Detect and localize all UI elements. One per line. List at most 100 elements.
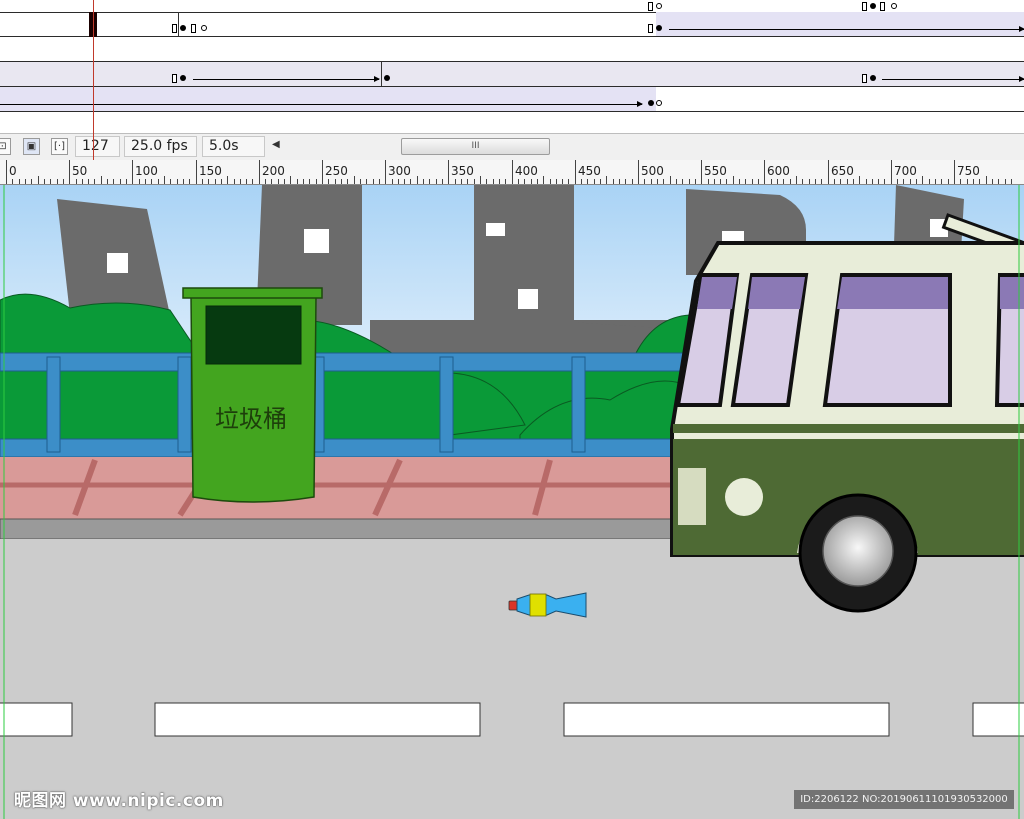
ruler-minor-tick bbox=[392, 179, 393, 184]
ruler-minor-tick bbox=[50, 179, 51, 184]
ruler-major-tick bbox=[448, 160, 449, 184]
elapsed-time-field[interactable]: 5.0s bbox=[202, 136, 265, 157]
keyframe-dot[interactable] bbox=[180, 75, 186, 81]
ruler-minor-tick bbox=[455, 179, 456, 184]
railing-bottom-rail bbox=[0, 438, 691, 458]
scroll-left-arrow-icon[interactable]: ◀ bbox=[272, 139, 280, 150]
edit-multiple-frames-icon[interactable]: [·] bbox=[51, 138, 68, 155]
ruler-minor-tick bbox=[821, 179, 822, 184]
keyframe-dot[interactable] bbox=[656, 25, 662, 31]
building-window bbox=[107, 253, 128, 273]
timeline-panel bbox=[0, 0, 1024, 133]
current-frame-field[interactable]: 127 bbox=[75, 136, 120, 157]
stage-scene: 垃圾桶 bbox=[0, 185, 1024, 819]
motion-tween-arrow bbox=[0, 101, 643, 107]
ruler-minor-tick bbox=[297, 179, 298, 184]
ruler-label: 650 bbox=[831, 164, 854, 178]
ruler-minor-tick bbox=[31, 179, 32, 184]
ruler-major-tick bbox=[259, 160, 260, 184]
ruler-minor-tick bbox=[657, 179, 658, 184]
frame-rate-field[interactable]: 25.0 fps bbox=[124, 136, 197, 157]
ruler-label: 0 bbox=[9, 164, 17, 178]
ruler-minor-tick bbox=[651, 179, 652, 184]
keyframe[interactable] bbox=[862, 74, 867, 83]
keyframe[interactable] bbox=[880, 2, 885, 11]
ruler-minor-tick bbox=[246, 179, 247, 184]
ruler-minor-tick bbox=[613, 179, 614, 184]
ruler-minor-tick bbox=[410, 179, 411, 184]
ruler-minor-tick bbox=[758, 179, 759, 184]
layer-track[interactable] bbox=[0, 37, 1024, 62]
ruler-minor-tick bbox=[840, 179, 841, 184]
ruler-minor-tick bbox=[884, 179, 885, 184]
ruler-minor-tick bbox=[278, 179, 279, 184]
empty-keyframe[interactable] bbox=[201, 25, 207, 31]
layer-track[interactable] bbox=[0, 87, 1024, 112]
ruler-minor-tick bbox=[524, 179, 525, 184]
ruler-minor-tick bbox=[505, 179, 506, 184]
ruler-label: 150 bbox=[199, 164, 222, 178]
empty-keyframe[interactable] bbox=[656, 100, 662, 106]
layer-track[interactable] bbox=[0, 62, 1024, 87]
center-frame-icon[interactable]: ⊡ bbox=[0, 138, 11, 155]
ruler-minor-tick bbox=[189, 179, 190, 184]
ruler-major-tick bbox=[764, 160, 765, 184]
ruler-minor-tick bbox=[644, 179, 645, 184]
keyframe[interactable] bbox=[648, 2, 653, 11]
horizontal-scroll-thumb[interactable]: III bbox=[401, 138, 550, 155]
ruler-minor-tick bbox=[164, 176, 165, 184]
ruler-minor-tick bbox=[44, 179, 45, 184]
keyframe-dot[interactable] bbox=[180, 25, 186, 31]
ruler-label: 300 bbox=[388, 164, 411, 178]
keyframe-dot[interactable] bbox=[870, 3, 876, 9]
keyframe[interactable] bbox=[191, 24, 196, 33]
ruler-minor-tick bbox=[796, 176, 797, 184]
ruler-minor-tick bbox=[992, 179, 993, 184]
ruler-minor-tick bbox=[76, 179, 77, 184]
ruler-minor-tick bbox=[790, 179, 791, 184]
ruler-minor-tick bbox=[101, 176, 102, 184]
ruler-minor-tick bbox=[948, 179, 949, 184]
ruler-minor-tick bbox=[467, 179, 468, 184]
ruler-minor-tick bbox=[139, 179, 140, 184]
keyframe[interactable] bbox=[862, 2, 867, 11]
railing-post bbox=[46, 356, 61, 453]
keyframe[interactable] bbox=[648, 24, 653, 33]
trash-bin[interactable]: 垃圾桶 bbox=[182, 287, 323, 503]
bus[interactable] bbox=[670, 213, 1024, 613]
building-window bbox=[518, 289, 538, 309]
keyframe-dot[interactable] bbox=[384, 75, 390, 81]
ruler-minor-tick bbox=[398, 179, 399, 184]
tween-span[interactable] bbox=[0, 87, 656, 111]
ruler-minor-tick bbox=[802, 179, 803, 184]
ruler-label: 700 bbox=[894, 164, 917, 178]
lane-marking bbox=[563, 702, 890, 737]
empty-keyframe[interactable] bbox=[656, 3, 662, 9]
ruler-major-tick bbox=[575, 160, 576, 184]
keyframe[interactable] bbox=[172, 74, 177, 83]
ruler-minor-tick bbox=[708, 179, 709, 184]
ruler-minor-tick bbox=[929, 179, 930, 184]
keyframe-dot[interactable] bbox=[648, 100, 654, 106]
tween-span[interactable] bbox=[0, 62, 1024, 86]
ruler-minor-tick bbox=[670, 176, 671, 184]
lane-marking bbox=[972, 702, 1024, 737]
ruler-minor-tick bbox=[335, 179, 336, 184]
onion-skin-icon[interactable]: ▣ bbox=[23, 138, 40, 155]
empty-keyframe[interactable] bbox=[891, 3, 897, 9]
playhead-line[interactable] bbox=[93, 0, 94, 160]
ruler-minor-tick bbox=[903, 179, 904, 184]
ruler-minor-tick bbox=[63, 179, 64, 184]
keyframe[interactable] bbox=[172, 24, 177, 33]
ruler-minor-tick bbox=[632, 179, 633, 184]
ruler-minor-tick bbox=[809, 179, 810, 184]
tween-span[interactable] bbox=[656, 12, 1024, 36]
ruler-minor-tick bbox=[170, 179, 171, 184]
ruler-minor-tick bbox=[594, 179, 595, 184]
keyframe-dot[interactable] bbox=[870, 75, 876, 81]
layer-track[interactable] bbox=[0, 112, 1024, 133]
layer-track[interactable] bbox=[0, 12, 1024, 37]
ruler-label: 750 bbox=[957, 164, 980, 178]
ruler-label: 600 bbox=[767, 164, 790, 178]
stage-canvas: 垃圾桶 bbox=[0, 185, 1024, 819]
